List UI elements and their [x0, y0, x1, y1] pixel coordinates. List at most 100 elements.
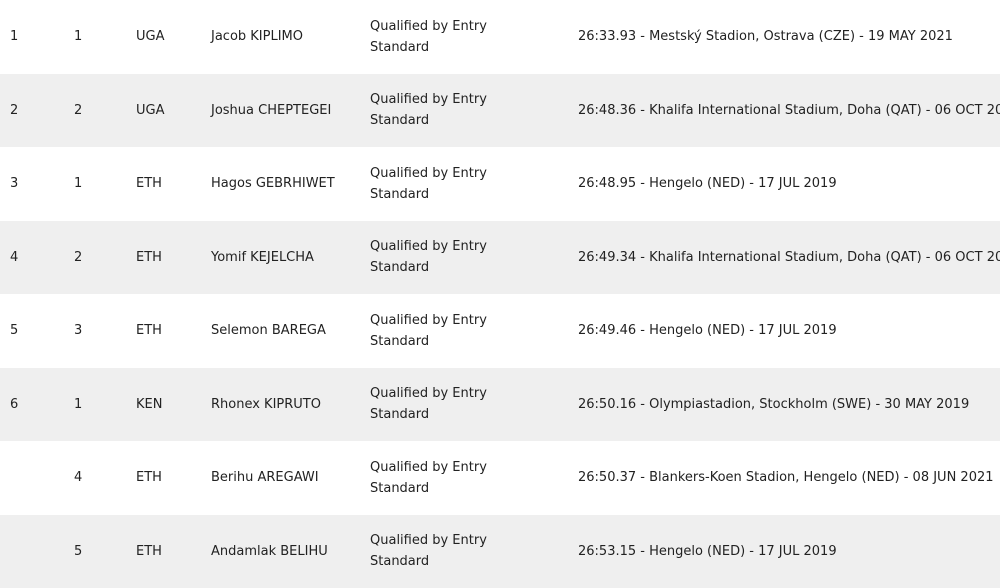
country-code-cell: KEN	[136, 368, 196, 442]
qualification-status: Qualified by Entry Standard	[370, 530, 490, 572]
table-row: 3 1 ETH Hagos GEBRHIWET Qualified by Entry S…	[0, 147, 1000, 221]
position-cell: 6	[10, 368, 60, 442]
qualification-status: Qualified by Entry Standard	[370, 383, 490, 425]
performance: 26:48.95 - Hengelo (NED) - 17 JUL 2019	[578, 173, 837, 194]
performance: 26:33.93 - Mestský Stadion, Ostrava (CZE…	[578, 26, 953, 47]
athlete-name[interactable]: Berihu AREGAWI	[211, 467, 319, 488]
athlete-name[interactable]: Yomif KEJELCHA	[211, 247, 314, 268]
performance-cell: 26:49.34 - Khalifa International Stadium…	[578, 221, 1000, 295]
performance: 26:50.37 - Blankers-Koen Stadion, Hengel…	[578, 467, 994, 488]
country-rank-cell: 2	[74, 221, 124, 295]
qualification-status: Qualified by Entry Standard	[370, 163, 490, 205]
position-cell: 4	[10, 221, 60, 295]
country-code: ETH	[136, 247, 162, 268]
performance: 26:49.46 - Hengelo (NED) - 17 JUL 2019	[578, 320, 837, 341]
country-rank: 5	[74, 541, 82, 562]
performance-cell: 26:49.46 - Hengelo (NED) - 17 JUL 2019	[578, 294, 1000, 368]
table-row: 4 2 ETH Yomif KEJELCHA Qualified by Entry St…	[0, 221, 1000, 295]
table-row: 6 1 KEN Rhonex KIPRUTO Qualified by Entry St…	[0, 368, 1000, 442]
athlete-name-cell[interactable]: Rhonex KIPRUTO	[211, 368, 361, 442]
country-code: UGA	[136, 26, 164, 47]
performance: 26:50.16 - Olympiastadion, Stockholm (SW…	[578, 394, 969, 415]
country-rank-cell: 5	[74, 515, 124, 588]
performance-cell: 26:50.16 - Olympiastadion, Stockholm (SW…	[578, 368, 1000, 442]
country-code: ETH	[136, 467, 162, 488]
qualification-status: Qualified by Entry Standard	[370, 89, 490, 131]
athlete-name-cell[interactable]: Jacob KIPLIMO	[211, 0, 361, 74]
athlete-name[interactable]: Joshua CHEPTEGEI	[211, 100, 331, 121]
country-code-cell: UGA	[136, 74, 196, 148]
performance-cell: 26:50.37 - Blankers-Koen Stadion, Hengel…	[578, 441, 1000, 515]
country-code-cell: ETH	[136, 294, 196, 368]
position-cell: 2	[10, 74, 60, 148]
athlete-name[interactable]: Rhonex KIPRUTO	[211, 394, 321, 415]
table-row: 4 ETH Berihu AREGAWI Qualified by Entry Sta…	[0, 441, 1000, 515]
performance-cell: 26:48.36 - Khalifa International Stadium…	[578, 74, 1000, 148]
country-code: ETH	[136, 173, 162, 194]
country-code-cell: ETH	[136, 441, 196, 515]
table-row: 5 3 ETH Selemon BAREGA Qualified by Entry St…	[0, 294, 1000, 368]
country-code: ETH	[136, 320, 162, 341]
table-row: 5 ETH Andamlak BELIHU Qualified by Entry St…	[0, 515, 1000, 588]
country-rank-cell: 3	[74, 294, 124, 368]
qualification-status-cell: Qualified by Entry Standard	[370, 441, 490, 515]
country-code: UGA	[136, 100, 164, 121]
qualification-status-cell: Qualified by Entry Standard	[370, 368, 490, 442]
athlete-name-cell[interactable]: Selemon BAREGA	[211, 294, 361, 368]
qualification-status-cell: Qualified by Entry Standard	[370, 74, 490, 148]
athlete-name-cell[interactable]: Andamlak BELIHU	[211, 515, 361, 588]
qualification-status: Qualified by Entry Standard	[370, 236, 490, 278]
position: 5	[10, 320, 18, 341]
table-row: 11 UGA Jacob KIPLIMO Qualified by Entry Sta…	[0, 0, 1000, 74]
country-rank: 2	[74, 100, 82, 121]
position-cell: 5	[10, 294, 60, 368]
athlete-name-cell[interactable]: Berihu AREGAWI	[211, 441, 361, 515]
country-code-cell: ETH	[136, 515, 196, 588]
position: 4	[10, 247, 18, 268]
country-rank: 3	[74, 320, 82, 341]
athlete-name[interactable]: Selemon BAREGA	[211, 320, 326, 341]
athlete-name-cell[interactable]: Joshua CHEPTEGEI	[211, 74, 361, 148]
country-rank-cell: 1	[74, 368, 124, 442]
country-rank: 1	[74, 173, 82, 194]
position: 3	[10, 173, 18, 194]
country-code: KEN	[136, 394, 162, 415]
country-rank-cell: 1	[74, 147, 124, 221]
country-code-cell: ETH	[136, 147, 196, 221]
position-cell	[10, 441, 60, 515]
country-rank: 1	[74, 394, 82, 415]
athlete-name[interactable]: Hagos GEBRHIWET	[211, 173, 335, 194]
country-rank: 1	[74, 26, 82, 47]
position: 6	[10, 394, 18, 415]
qualification-status-cell: Qualified by Entry Standard	[370, 294, 490, 368]
performance-cell: 26:33.93 - Mestský Stadion, Ostrava (CZE…	[578, 0, 1000, 74]
country-rank: 2	[74, 247, 82, 268]
country-rank-cell: 4	[74, 441, 124, 515]
athlete-name[interactable]: Andamlak BELIHU	[211, 541, 328, 562]
country-code-cell: ETH	[136, 221, 196, 295]
country-rank-cell: 2	[74, 74, 124, 148]
performance: 26:49.34 - Khalifa International Stadium…	[578, 247, 1000, 268]
performance-cell: 26:48.95 - Hengelo (NED) - 17 JUL 2019	[578, 147, 1000, 221]
qualification-table: 11UGAJacob KIPLIMOQualified by Entry Sta…	[0, 0, 1000, 588]
position: 2	[10, 100, 18, 121]
country-rank-cell: 1	[74, 0, 124, 74]
athlete-name-cell[interactable]: Hagos GEBRHIWET	[211, 147, 361, 221]
qualification-status: Qualified by Entry Standard	[370, 457, 490, 499]
qualification-status-cell: Qualified by Entry Standard	[370, 221, 490, 295]
qualification-status-cell: Qualified by Entry Standard	[370, 515, 490, 588]
performance: 26:53.15 - Hengelo (NED) - 17 JUL 2019	[578, 541, 837, 562]
country-code: ETH	[136, 541, 162, 562]
country-rank: 4	[74, 467, 82, 488]
qualification-status-cell: Qualified by Entry Standard	[370, 147, 490, 221]
qualification-status-cell: Qualified by Entry Standard	[370, 0, 490, 74]
athlete-name-cell[interactable]: Yomif KEJELCHA	[211, 221, 361, 295]
performance: 26:48.36 - Khalifa International Stadium…	[578, 100, 1000, 121]
qualification-status: Qualified by Entry Standard	[370, 310, 490, 352]
athlete-name[interactable]: Jacob KIPLIMO	[211, 26, 303, 47]
position-cell: 1	[10, 0, 60, 74]
table-row: 2 2 UGA Joshua CHEPTEGEI Qualified by Entry …	[0, 74, 1000, 148]
position-cell	[10, 515, 60, 588]
country-code-cell: UGA	[136, 0, 196, 74]
qualification-status: Qualified by Entry Standard	[370, 16, 490, 58]
